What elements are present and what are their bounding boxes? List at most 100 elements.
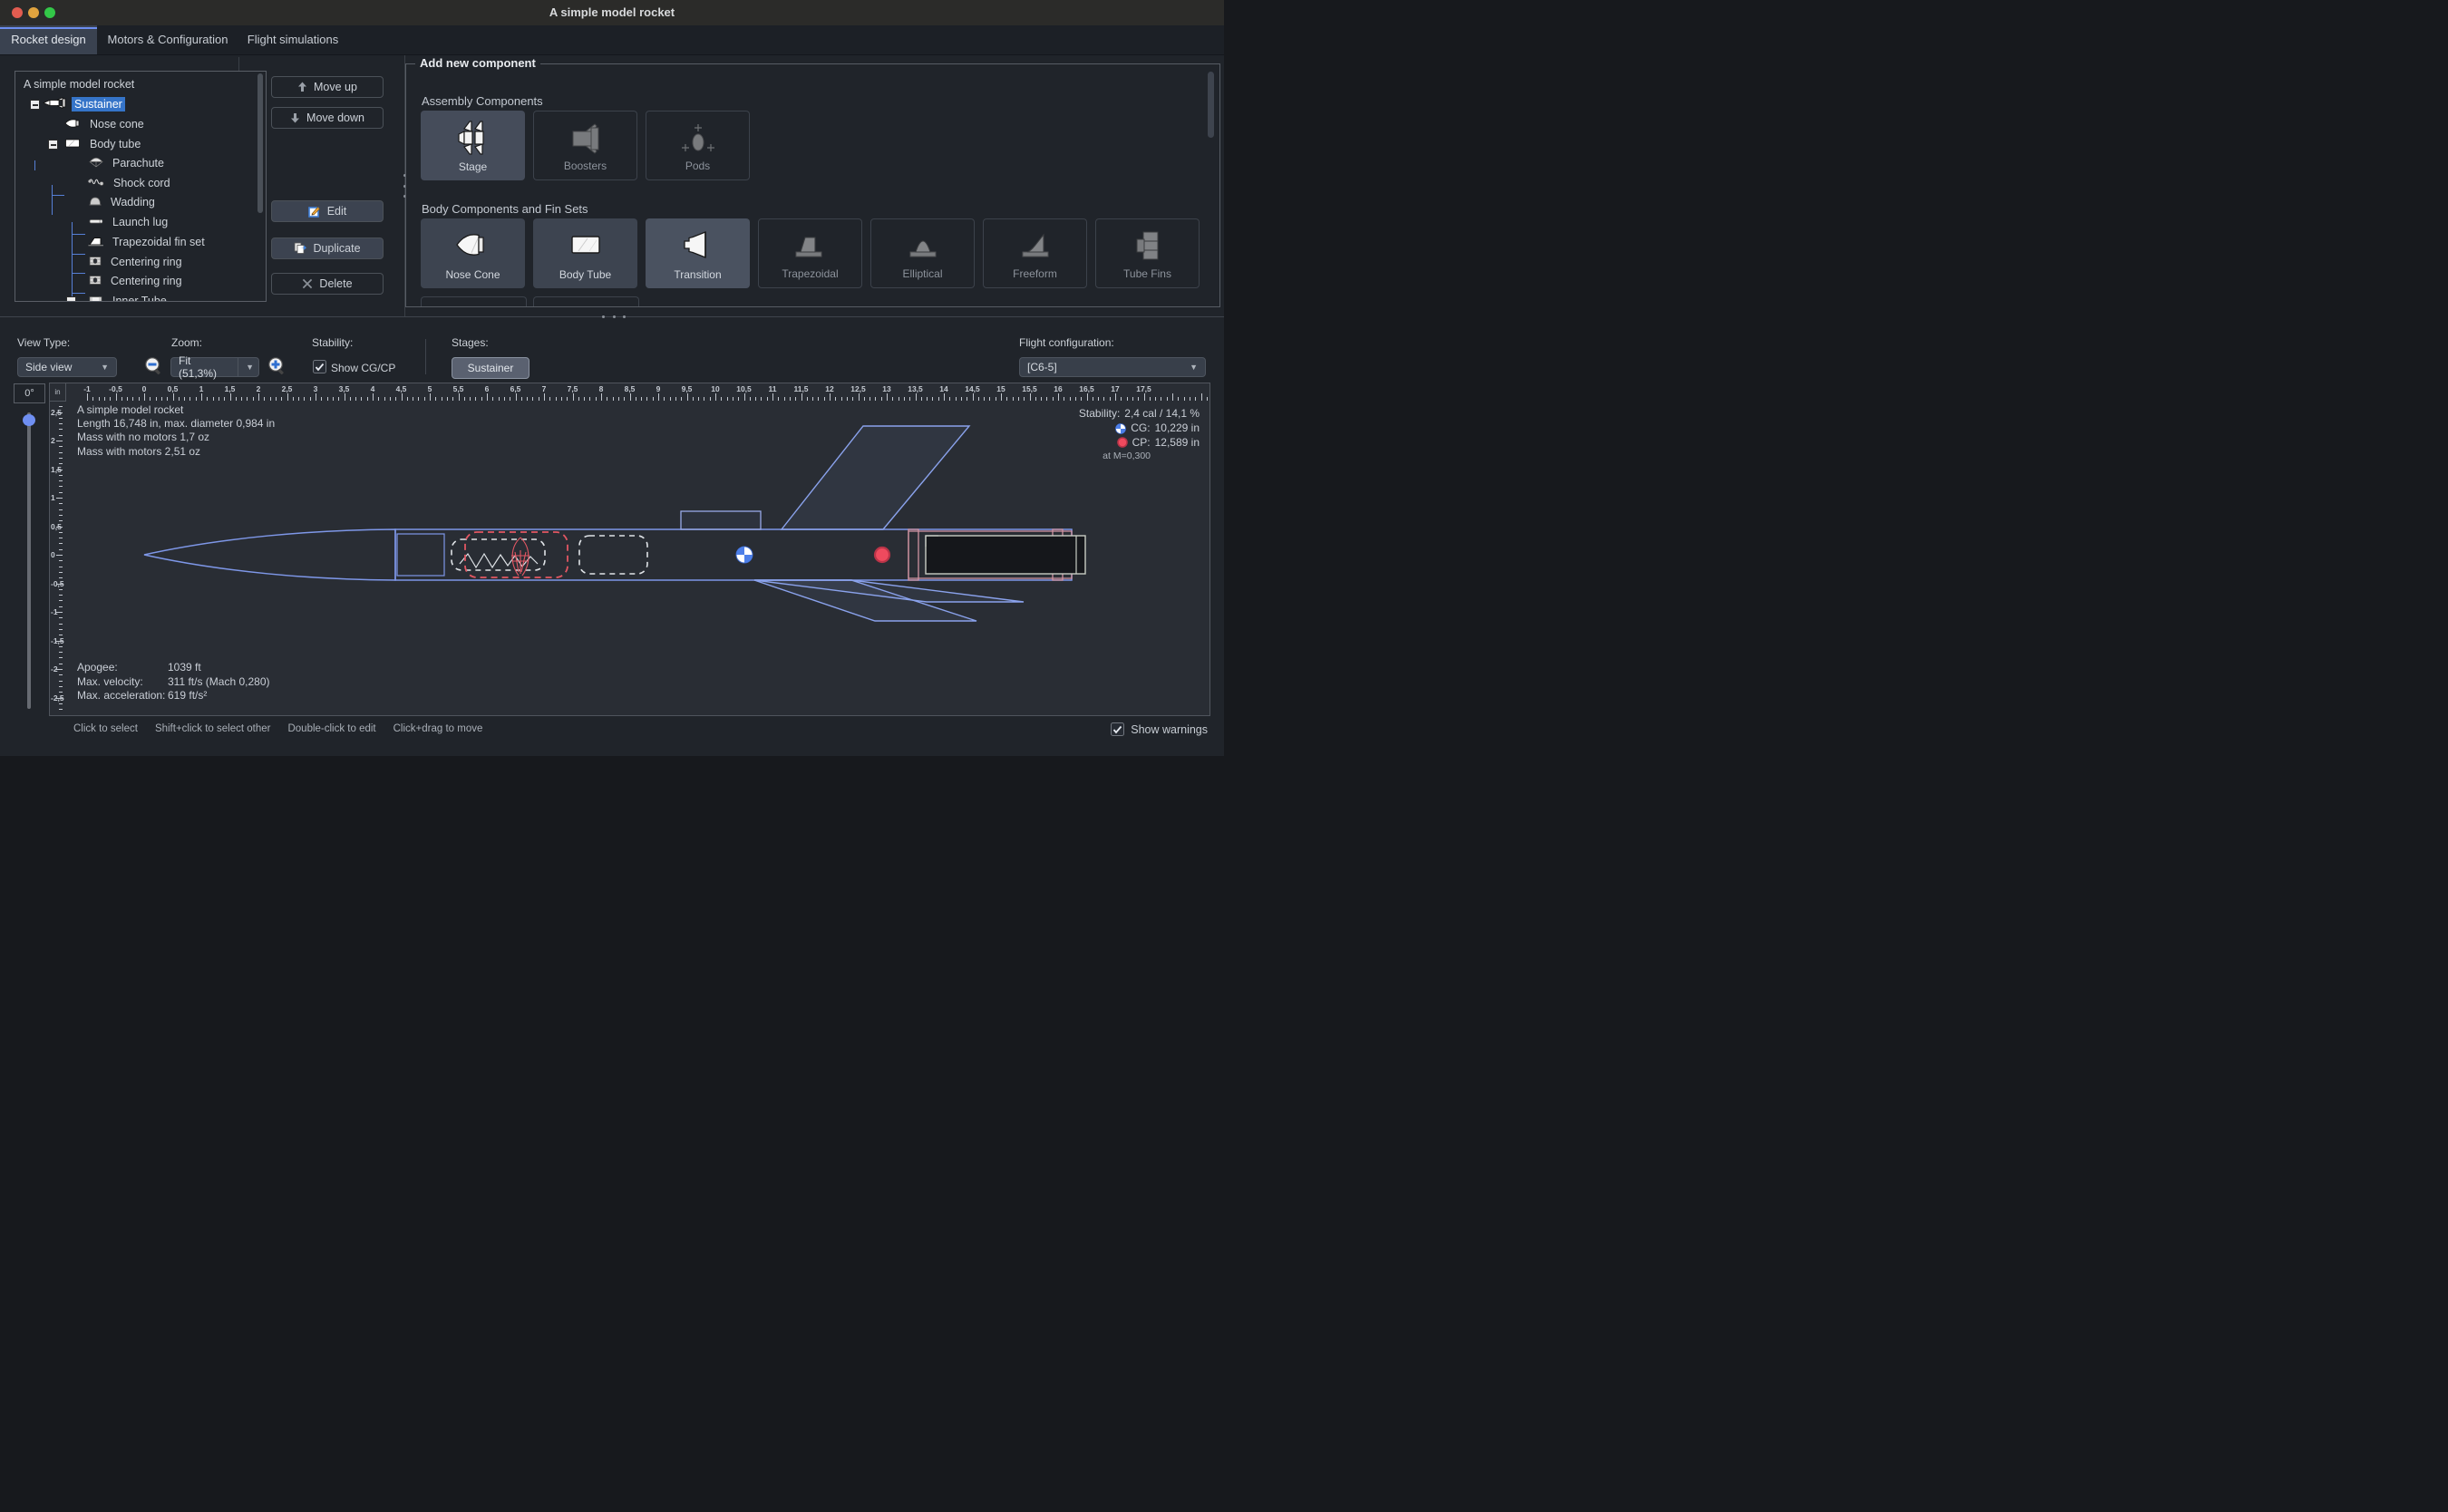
tree-row-centering-ring-1[interactable]: Centering ring [15,252,267,272]
add-elliptical-fin-button[interactable]: Elliptical [870,218,975,288]
add-panel-scrollbar[interactable] [1208,72,1214,138]
arrow-down-icon [290,112,300,123]
show-cgcp-checkbox[interactable] [313,360,326,373]
horizontal-splitter-handle-icon[interactable] [602,314,626,320]
rocket-mass-motors: Mass with motors 2,51 oz [77,445,275,459]
tree-row-centering-ring-2[interactable]: Centering ring [15,271,267,291]
transition-icon [678,228,718,265]
tree-item-label: Parachute [110,156,167,170]
elliptical-fin-icon [903,228,943,266]
max-velocity-value: 311 ft/s (Mach 0,280) [168,675,270,690]
show-warnings-checkbox[interactable] [1111,722,1124,736]
max-acceleration-label: Max. acceleration: [77,689,168,703]
edit-icon [308,205,321,218]
max-acceleration-value: 619 ft/s² [168,689,207,703]
add-pods-button[interactable]: Pods [646,111,750,180]
duplicate-button[interactable]: Duplicate [271,237,384,259]
zoom-out-icon [144,356,163,377]
nose-shoulder[interactable] [397,534,444,576]
delete-button[interactable]: Delete [271,273,384,295]
boosters-icon [566,121,606,160]
tree-root-row[interactable]: A simple model rocket [15,74,267,94]
tree-row-trapezoidal-fin-set[interactable]: Trapezoidal fin set [15,232,267,252]
nosecone-icon [64,118,82,131]
add-boosters-button[interactable]: Boosters [533,111,637,180]
zoom-in-button[interactable] [267,356,287,382]
duplicate-icon [294,242,306,255]
collapse-handle-icon[interactable] [48,140,58,150]
component-button-label: Freeform [1013,267,1057,280]
stability-block: Stability:2,4 cal / 14,1 % CG:10,229 in … [1079,407,1200,464]
tree-row-parachute[interactable]: Parachute [15,153,267,173]
add-nose-cone-button[interactable]: Nose Cone [421,218,525,288]
tree-root-label: A simple model rocket [21,77,137,92]
tree-item-label: Launch lug [110,215,170,229]
tree-row-shock-cord[interactable]: Shock cord [15,173,267,193]
component-tree[interactable]: A simple model rocket Sustainer Nose con… [15,71,267,302]
tab-rocket-design[interactable]: Rocket design [0,25,97,54]
add-tube-fins-button[interactable]: Tube Fins [1095,218,1200,288]
collapse-handle-icon[interactable] [30,100,40,110]
stage-icon [453,120,493,159]
stage-toggle-sustainer[interactable]: Sustainer [452,357,529,379]
add-freeform-fin-button[interactable]: Freeform [983,218,1087,288]
move-up-button[interactable]: Move up [271,76,384,98]
wadding-outline[interactable] [579,536,647,574]
add-trapezoidal-fin-button[interactable]: Trapezoidal [758,218,862,288]
cp-legend-icon [1117,437,1128,448]
view-type-select[interactable]: Side view▼ [17,357,117,377]
centering-ring-fore[interactable] [908,529,918,580]
zoom-out-button[interactable] [144,356,163,382]
tree-row-inner-tube[interactable]: Inner Tube [15,291,267,302]
stability-label: Stability: [312,336,353,349]
rotation-slider-track[interactable] [27,412,31,709]
launch-lug[interactable] [681,511,761,529]
title-bar: A simple model rocket [0,0,1224,25]
tree-item-label: Centering ring [108,255,185,269]
tree-row-sustainer[interactable]: Sustainer [15,94,267,114]
flight-configuration-label: Flight configuration: [1019,336,1114,349]
component-button-label: Boosters [564,160,607,172]
move-down-button[interactable]: Move down [271,107,384,129]
tree-scrollbar[interactable] [257,73,263,213]
cp-label: CP: [1132,436,1151,451]
hint-bar: Click to select Shift+click to select ot… [73,723,482,734]
flight-configuration-select[interactable]: [C6-5]▼ [1019,357,1206,377]
add-body-tube-button[interactable]: Body Tube [533,218,637,288]
parachute-icon [88,156,104,170]
add-stage-button[interactable]: Stage [421,111,525,180]
nose-cone-outline[interactable] [144,529,395,580]
launchlug-icon [88,216,104,228]
component-button-label: Trapezoidal [782,267,838,280]
view-type-label: View Type: [17,336,70,349]
clipped-component-button[interactable] [533,296,639,306]
motor-casing[interactable] [926,536,1085,574]
innertube-icon [88,295,104,303]
max-velocity-label: Max. velocity: [77,675,168,690]
component-button-label: Nose Cone [445,268,500,281]
tree-item-label: Shock cord [111,176,173,190]
collapse-handle-icon[interactable] [66,296,76,302]
delete-icon [302,278,313,289]
zoom-level-select[interactable]: Fit (51,3%)▼ [170,357,259,377]
cg-value: 10,229 in [1155,422,1200,436]
body-tube-icon [566,228,606,265]
openrocket-window: A simple model rocket Rocket design Moto… [0,0,1224,756]
tube-fins-icon [1128,228,1168,266]
freeform-fin-icon [1015,228,1055,266]
rocket-canvas[interactable]: in -1-0,500,511,522,533,544,555,566,577,… [49,383,1210,716]
rotation-slider-knob[interactable] [23,414,35,426]
tab-motors-configuration[interactable]: Motors & Configuration [97,25,238,54]
finset-icon [88,236,104,249]
tree-item-label: Nose cone [87,117,147,131]
fin-upper[interactable] [782,426,969,529]
tree-row-wadding[interactable]: Wadding [15,192,267,212]
tab-flight-simulations[interactable]: Flight simulations [239,25,346,54]
tree-row-launch-lug[interactable]: Launch lug [15,212,267,232]
tree-item-label: Body tube [87,137,143,151]
tree-row-nose-cone[interactable]: Nose cone [15,114,267,134]
add-transition-button[interactable]: Transition [646,218,750,288]
edit-button[interactable]: Edit [271,200,384,222]
centeringring-icon [88,275,102,288]
clipped-component-button[interactable] [421,296,527,306]
